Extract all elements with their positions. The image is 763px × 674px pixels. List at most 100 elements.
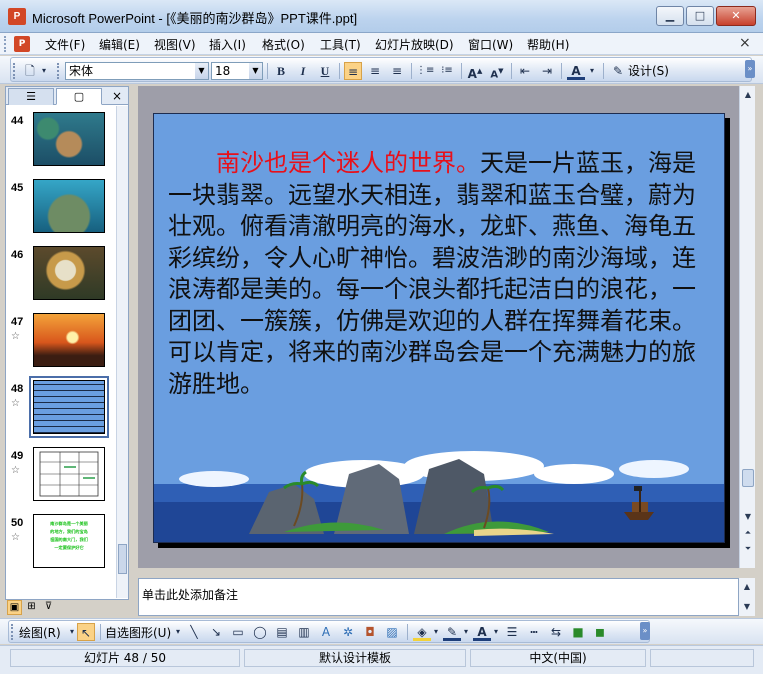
separator xyxy=(511,63,512,79)
scroll-up-icon[interactable]: ▲ xyxy=(741,88,755,102)
toolbar-grip[interactable] xyxy=(57,63,60,79)
menu-slideshow[interactable]: 幻灯片放映(D) xyxy=(375,36,454,53)
arrow-style-icon[interactable]: ⇆ xyxy=(547,623,565,641)
align-center-icon[interactable]: ≡ xyxy=(366,62,384,80)
align-left-icon[interactable]: ≡ xyxy=(344,62,362,80)
slide-thumbnail-selected[interactable]: 48 ☆ xyxy=(6,376,114,440)
slide-thumbnail[interactable]: 44 xyxy=(6,112,114,172)
slide-thumbnail[interactable]: 45 xyxy=(6,179,114,239)
design-template-status[interactable]: 默认设计模板 xyxy=(244,649,466,667)
menu-file[interactable]: 文件(F) xyxy=(45,36,85,53)
menu-window[interactable]: 窗口(W) xyxy=(468,36,513,53)
notes-placeholder[interactable]: 单击此处添加备注 xyxy=(142,586,238,603)
oval-icon[interactable]: ◯ xyxy=(251,623,269,641)
select-pointer-icon[interactable]: ↖ xyxy=(77,623,95,641)
thumbnail-scrollbar[interactable] xyxy=(116,106,128,598)
increase-indent-icon[interactable]: ⇥ xyxy=(538,62,556,80)
bold-button[interactable]: B xyxy=(272,62,290,80)
slides-tab[interactable]: ▢ xyxy=(56,88,102,105)
diagram-icon[interactable]: ✲ xyxy=(339,623,357,641)
maximize-button[interactable]: □ xyxy=(686,6,714,26)
draw-menu-button[interactable]: 绘图(R) xyxy=(19,625,61,641)
wordart-icon[interactable]: A xyxy=(317,623,335,641)
close-button[interactable]: ✕ xyxy=(716,6,756,26)
line-icon[interactable]: ╲ xyxy=(185,623,203,641)
scrollbar-thumb[interactable] xyxy=(742,469,754,487)
dash-style-icon[interactable]: ┅ xyxy=(525,623,543,641)
chevron-down-icon[interactable]: ▾ xyxy=(431,623,441,641)
new-document-icon[interactable]: 🗋 xyxy=(21,62,39,80)
scroll-down-icon[interactable]: ▼ xyxy=(740,600,754,614)
panel-close-icon[interactable]: × xyxy=(110,88,124,105)
increase-font-icon[interactable]: A▲ xyxy=(466,62,484,81)
minimize-button[interactable]: ▁ xyxy=(656,6,684,26)
notes-pane[interactable]: 单击此处添加备注 xyxy=(138,578,739,616)
menu-format[interactable]: 格式(O) xyxy=(262,36,305,53)
menu-tools[interactable]: 工具(T) xyxy=(320,36,361,53)
chevron-down-icon[interactable]: ▼ xyxy=(249,63,262,79)
decrease-font-icon[interactable]: A▼ xyxy=(488,62,506,80)
autoshapes-button[interactable]: 自选图形(U) xyxy=(105,625,171,641)
line-style-icon[interactable]: ☰ xyxy=(503,623,521,641)
toolbar-grip[interactable] xyxy=(13,63,16,79)
toolbar-options-icon[interactable]: » xyxy=(640,622,650,640)
font-color-button[interactable]: A xyxy=(567,62,585,80)
scrollbar-thumb[interactable] xyxy=(118,544,127,574)
line-color-icon[interactable]: ✎ xyxy=(443,623,461,641)
slide-text-box[interactable]: 南沙也是个迷人的世界。天是一片蓝玉，海是一块翡翠。远望水天相连，翡翠和蓝玉合璧，… xyxy=(168,148,708,400)
current-slide[interactable]: 南沙也是个迷人的世界。天是一片蓝玉，海是一块翡翠。远望水天相连，翡翠和蓝玉合璧，… xyxy=(153,113,725,543)
document-close-icon[interactable]: × xyxy=(739,35,751,51)
scroll-up-icon[interactable]: ▲ xyxy=(740,580,754,594)
numbered-list-icon[interactable]: ⋮≡ xyxy=(416,62,434,80)
next-slide-icon[interactable]: ⏷ xyxy=(741,542,755,556)
slide-sorter-view-icon[interactable]: ⊞ xyxy=(24,600,39,615)
previous-slide-icon[interactable]: ⏶ xyxy=(741,526,755,540)
align-right-icon[interactable]: ≡ xyxy=(388,62,406,80)
menu-help[interactable]: 帮助(H) xyxy=(527,36,569,53)
font-name-combo[interactable]: 宋体 ▼ xyxy=(65,62,209,80)
design-button[interactable]: 设计(S) xyxy=(628,62,669,80)
chevron-down-icon[interactable]: ▾ xyxy=(587,62,597,80)
chevron-down-icon[interactable]: ▾ xyxy=(67,623,77,641)
picture-icon[interactable]: ▨ xyxy=(383,623,401,641)
design-icon[interactable]: ✎ xyxy=(609,62,627,80)
menu-edit[interactable]: 编辑(E) xyxy=(99,36,140,53)
toolbar-grip[interactable] xyxy=(4,36,7,52)
menu-insert[interactable]: 插入(I) xyxy=(209,36,246,53)
slide-thumbnail[interactable]: 46 xyxy=(6,246,114,306)
menu-view[interactable]: 视图(V) xyxy=(154,36,196,53)
animation-star-icon: ☆ xyxy=(11,398,20,409)
clipart-icon[interactable]: ◘ xyxy=(361,623,379,641)
slide-thumbnail[interactable]: 49 ☆ xyxy=(6,447,114,507)
chevron-down-icon[interactable]: ▾ xyxy=(491,623,501,641)
toolbar-grip[interactable] xyxy=(11,624,14,640)
underline-button[interactable]: U xyxy=(316,62,334,80)
powerpoint-app-icon[interactable]: P xyxy=(8,8,26,25)
font-color-button[interactable]: A xyxy=(473,623,491,641)
document-icon[interactable]: P xyxy=(14,36,30,52)
toolbar-options-icon[interactable]: » xyxy=(745,60,755,78)
fill-color-icon[interactable]: ◈ xyxy=(413,623,431,641)
decrease-indent-icon[interactable]: ⇤ xyxy=(516,62,534,80)
italic-button[interactable]: I xyxy=(294,62,312,80)
textbox-icon[interactable]: ▤ xyxy=(273,623,291,641)
slide-thumbnail[interactable]: 47 ☆ xyxy=(6,313,114,373)
scroll-down-icon[interactable]: ▼ xyxy=(741,510,755,524)
slide-scrollbar[interactable]: ▲ ▼ ⏶ ⏷ xyxy=(739,86,755,568)
chevron-down-icon[interactable]: ▾ xyxy=(173,623,183,641)
3d-style-icon[interactable]: ◼ xyxy=(591,623,609,641)
chevron-down-icon[interactable]: ▾ xyxy=(39,62,49,80)
arrow-icon[interactable]: ↘ xyxy=(207,623,225,641)
normal-view-icon[interactable]: ▣ xyxy=(7,600,22,615)
bullet-list-icon[interactable]: ⁝≡ xyxy=(438,62,456,80)
chevron-down-icon[interactable]: ▼ xyxy=(195,63,208,79)
outline-tab[interactable]: ☰ xyxy=(8,88,54,105)
slide-thumbnail[interactable]: 50 ☆ 南沙群岛是一个美丽 的地方，我们的宝岛 祖国的南大门，我们 一定要保护… xyxy=(6,514,114,574)
chevron-down-icon[interactable]: ▾ xyxy=(461,623,471,641)
slideshow-view-icon[interactable]: ⊽ xyxy=(41,600,56,615)
notes-scrollbar[interactable]: ▲ ▼ xyxy=(739,578,755,616)
font-size-combo[interactable]: 18 ▼ xyxy=(211,62,263,80)
rectangle-icon[interactable]: ▭ xyxy=(229,623,247,641)
vertical-textbox-icon[interactable]: ▥ xyxy=(295,623,313,641)
shadow-style-icon[interactable]: ■ xyxy=(569,623,587,641)
